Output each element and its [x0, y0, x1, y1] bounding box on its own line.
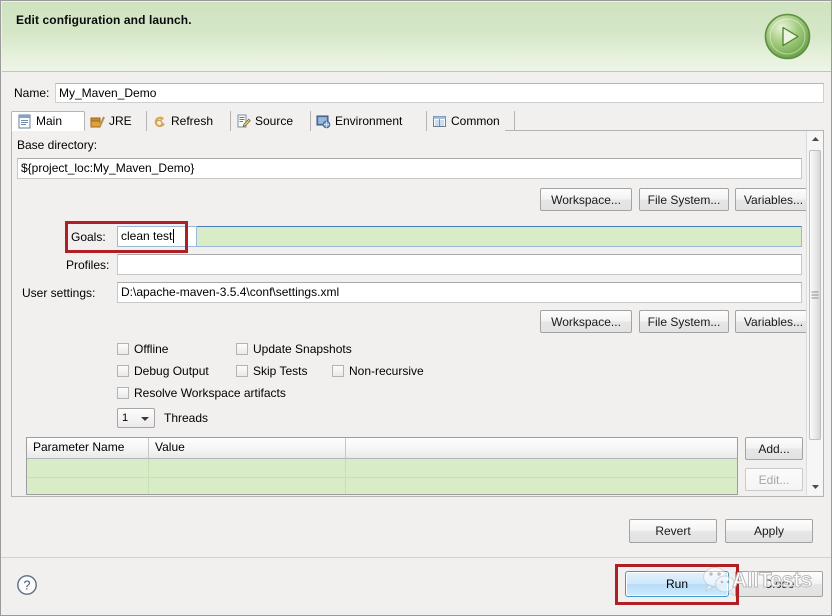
- tab-jre-label: JRE: [109, 114, 132, 128]
- checkbox-offline-label: Offline: [134, 342, 169, 356]
- footer-divider: [1, 557, 831, 558]
- main-tab-icon: [17, 114, 32, 129]
- column-parameter-name: Parameter Name: [27, 438, 149, 458]
- svg-text:?: ?: [24, 579, 31, 593]
- jre-tab-icon: [90, 114, 106, 129]
- profiles-input[interactable]: [117, 254, 802, 275]
- scroll-down-arrow-icon[interactable]: [807, 479, 823, 495]
- base-variables-button[interactable]: Variables...: [735, 188, 812, 211]
- profiles-label: Profiles:: [66, 258, 110, 272]
- help-question-icon[interactable]: ?: [16, 574, 38, 596]
- configuration-name-row: Name: My_Maven_Demo: [10, 83, 824, 105]
- checkbox-skip-tests[interactable]: Skip Tests: [236, 364, 307, 378]
- checkbox-non-recursive[interactable]: Non-recursive: [332, 364, 424, 378]
- table-cell: [27, 459, 149, 477]
- parameters-table[interactable]: Parameter Name Value: [26, 437, 738, 495]
- main-panel-scrollbar[interactable]: [806, 131, 823, 495]
- tab-bar: Main JRE Refresh Source Environment Comm…: [11, 111, 824, 131]
- revert-button[interactable]: Revert: [629, 519, 717, 543]
- add-parameter-button[interactable]: Add...: [745, 437, 803, 460]
- threads-dropdown-value: 1: [122, 412, 129, 424]
- apply-button[interactable]: Apply: [725, 519, 813, 543]
- checkbox-non-recursive-label: Non-recursive: [349, 364, 424, 378]
- main-tab-panel: Base directory: ${project_loc:My_Maven_D…: [11, 131, 824, 497]
- tab-common[interactable]: Common: [427, 111, 515, 131]
- table-row[interactable]: [27, 478, 737, 494]
- launch-configuration-dialog: Edit configuration and launch. Name: My_…: [0, 0, 832, 616]
- run-play-icon: [761, 10, 814, 63]
- tab-refresh[interactable]: Refresh: [147, 111, 231, 131]
- checkbox-non-recursive-box[interactable]: [332, 365, 344, 377]
- table-cell: [149, 478, 346, 494]
- table-cell: [27, 478, 149, 494]
- name-input[interactable]: My_Maven_Demo: [55, 83, 824, 103]
- checkbox-debug-output-box[interactable]: [117, 365, 129, 377]
- checkbox-resolve-workspace-artifacts-label: Resolve Workspace artifacts: [134, 386, 286, 400]
- name-label: Name:: [14, 86, 50, 100]
- checkbox-update-snapshots-label: Update Snapshots: [253, 342, 352, 356]
- checkbox-skip-tests-box[interactable]: [236, 365, 248, 377]
- checkbox-update-snapshots[interactable]: Update Snapshots: [236, 342, 352, 356]
- column-value: Value: [149, 438, 346, 458]
- checkbox-offline-box[interactable]: [117, 343, 129, 355]
- page-title: Edit configuration and launch.: [16, 13, 192, 27]
- source-tab-icon: [236, 114, 251, 129]
- user-settings-input[interactable]: D:\apache-maven-3.5.4\conf\settings.xml: [117, 282, 802, 303]
- checkbox-offline[interactable]: Offline: [117, 342, 168, 356]
- parameters-table-header: Parameter Name Value: [27, 438, 737, 459]
- checkbox-update-snapshots-box[interactable]: [236, 343, 248, 355]
- tab-main-label: Main: [36, 114, 63, 128]
- goals-input-editor[interactable]: clean test: [117, 226, 197, 247]
- tab-common-label: Common: [451, 114, 500, 128]
- common-tab-icon: [432, 114, 447, 129]
- table-cell: [346, 478, 737, 494]
- environment-tab-icon: [316, 114, 331, 129]
- table-cell: [149, 459, 346, 477]
- column-spacer: [346, 438, 737, 458]
- threads-dropdown[interactable]: 1: [117, 408, 155, 428]
- tab-source[interactable]: Source: [231, 111, 311, 131]
- user-settings-label: User settings:: [22, 286, 96, 300]
- base-workspace-button[interactable]: Workspace...: [540, 188, 632, 211]
- checkbox-debug-output[interactable]: Debug Output: [117, 364, 209, 378]
- goals-editor-value: clean test: [121, 229, 173, 243]
- scroll-up-arrow-icon[interactable]: [807, 131, 823, 147]
- tab-source-label: Source: [255, 114, 294, 128]
- threads-label: Threads: [164, 411, 209, 425]
- tab-main[interactable]: Main: [11, 111, 85, 131]
- checkbox-skip-tests-label: Skip Tests: [253, 364, 308, 378]
- table-cell: [346, 459, 737, 477]
- text-caret: [173, 229, 175, 243]
- dialog-banner: Edit configuration and launch.: [2, 2, 831, 72]
- scrollbar-grip-icon: [811, 290, 819, 301]
- chevron-down-icon: [141, 417, 149, 421]
- base-filesystem-button[interactable]: File System...: [639, 188, 729, 211]
- goals-input[interactable]: clean test: [117, 226, 802, 247]
- base-directory-label: Base directory:: [17, 138, 98, 152]
- tab-environment-label: Environment: [335, 114, 403, 128]
- edit-parameter-button: Edit...: [745, 468, 803, 491]
- scrollbar-thumb[interactable]: [809, 150, 821, 440]
- tab-environment[interactable]: Environment: [311, 111, 427, 131]
- table-row[interactable]: [27, 459, 737, 478]
- checkbox-resolve-workspace-artifacts[interactable]: Resolve Workspace artifacts: [117, 386, 286, 400]
- checkbox-resolve-workspace-artifacts-box[interactable]: [117, 387, 129, 399]
- watermark-text: AllTests: [731, 569, 813, 593]
- settings-variables-button[interactable]: Variables...: [735, 310, 812, 333]
- tab-jre[interactable]: JRE: [85, 111, 147, 131]
- checkbox-debug-output-label: Debug Output: [134, 364, 209, 378]
- base-directory-input[interactable]: ${project_loc:My_Maven_Demo}: [17, 158, 802, 179]
- refresh-tab-icon: [152, 114, 167, 129]
- settings-workspace-button[interactable]: Workspace...: [540, 310, 632, 333]
- goals-label: Goals:: [71, 230, 106, 244]
- tab-refresh-label: Refresh: [171, 114, 214, 128]
- settings-filesystem-button[interactable]: File System...: [639, 310, 729, 333]
